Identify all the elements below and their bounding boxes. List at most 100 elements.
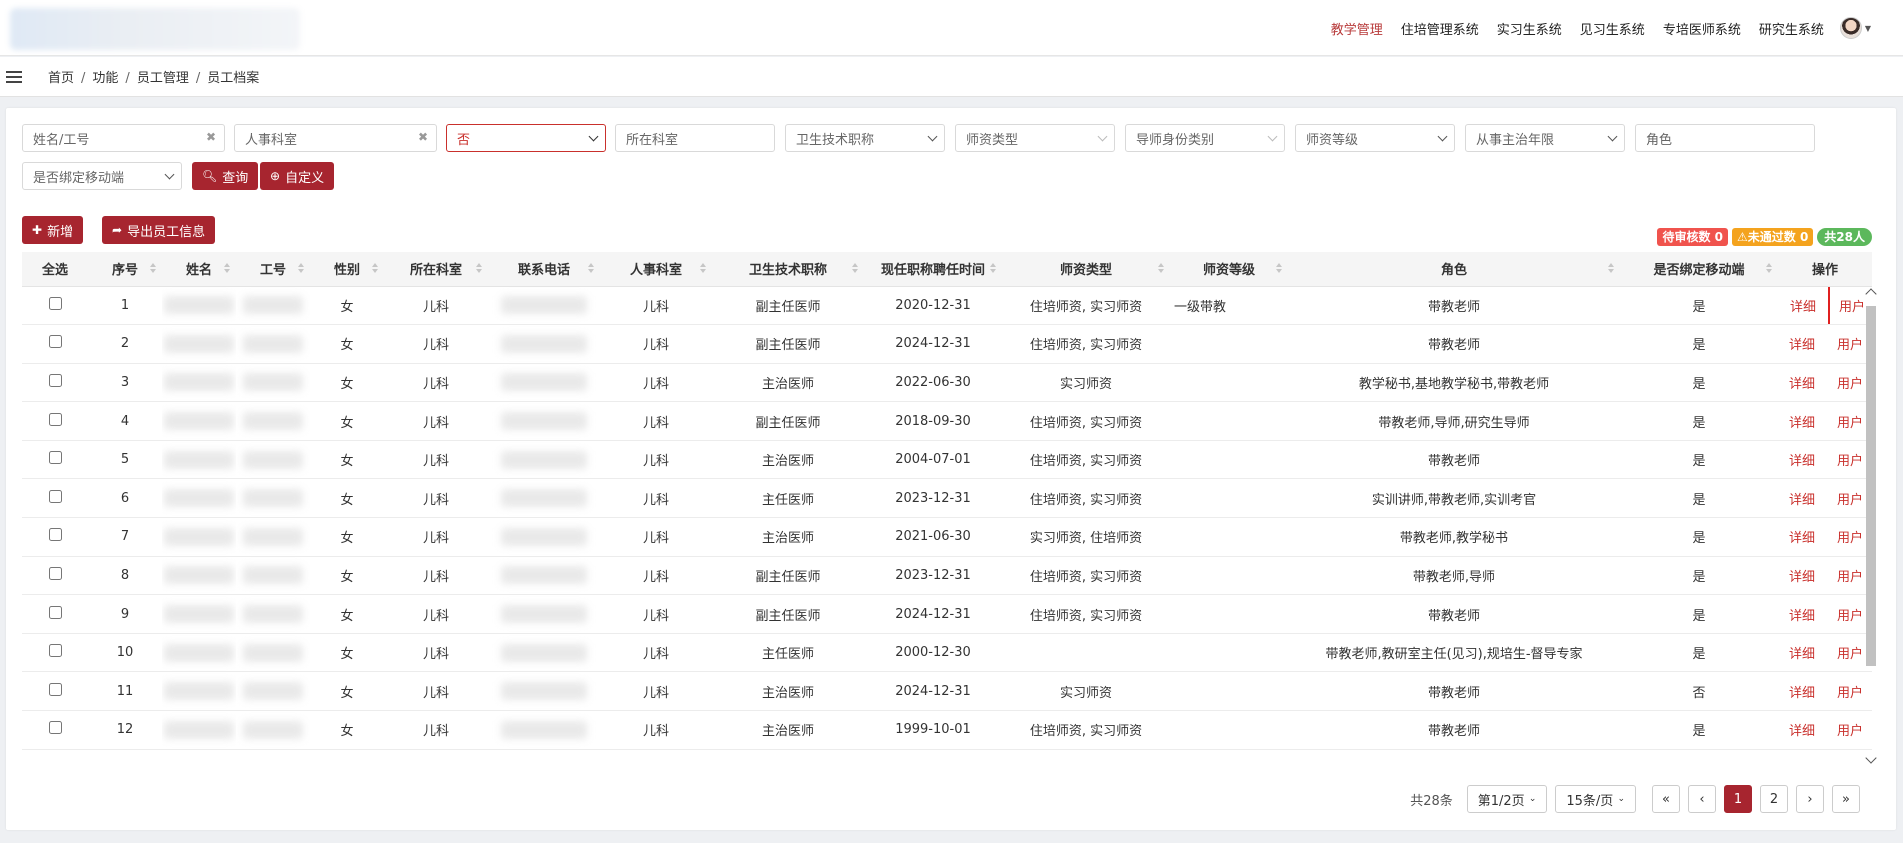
detail-link[interactable]: 详细 (1789, 377, 1815, 392)
teacher-level-select[interactable]: 师资等级 (1295, 124, 1455, 152)
role-input[interactable]: 角色 (1635, 124, 1815, 152)
row-checkbox[interactable] (48, 373, 62, 387)
title-select[interactable]: 卫生技术职称 (785, 124, 945, 152)
user-link[interactable]: 用户 (1837, 531, 1863, 546)
crumb-home[interactable]: 首页 (48, 71, 74, 86)
col-select-all[interactable]: 全选 (22, 252, 88, 287)
cell-no: 5 (88, 440, 162, 480)
cell-name (162, 363, 236, 403)
export-button[interactable]: ➦ 导出员工信息 (102, 216, 216, 244)
nav-specialist[interactable]: 专培医师系统 (1663, 19, 1741, 38)
col-appoint-date[interactable]: 现任职称聘任时间 (864, 252, 1002, 287)
scroll-down-icon[interactable] (1865, 752, 1877, 764)
user-link[interactable]: 用户 (1837, 724, 1863, 739)
next-page-button[interactable]: › (1796, 785, 1824, 813)
user-link[interactable]: 用户 (1837, 416, 1863, 431)
nav-graduate[interactable]: 研究生系统 (1759, 19, 1824, 38)
cell-ops: 详细 用户 (1778, 286, 1872, 326)
user-link[interactable]: 用户 (1837, 493, 1863, 508)
row-checkbox[interactable] (48, 644, 62, 658)
row-checkbox[interactable] (48, 489, 62, 503)
col-gender[interactable]: 性别 (310, 252, 384, 287)
col-phone[interactable]: 联系电话 (488, 252, 600, 287)
detail-link[interactable]: 详细 (1789, 609, 1815, 624)
col-title[interactable]: 卫生技术职称 (712, 252, 864, 287)
page-1-button[interactable]: 1 (1724, 785, 1752, 813)
row-checkbox[interactable] (48, 528, 62, 542)
crumb-staff-mgmt[interactable]: 员工管理 (137, 71, 189, 86)
nav-intern[interactable]: 实习生系统 (1497, 19, 1562, 38)
row-checkbox[interactable] (48, 605, 62, 619)
col-no[interactable]: 序号 (88, 252, 162, 287)
user-link[interactable]: 用户 (1837, 686, 1863, 701)
hr-dept-input[interactable]: 人事科室 ✖ (234, 124, 437, 152)
clear-icon[interactable]: ✖ (418, 130, 428, 144)
col-id[interactable]: 工号 (236, 252, 310, 287)
redacted-id (243, 682, 303, 701)
detail-link[interactable]: 详细 (1789, 338, 1815, 353)
query-button[interactable]: 🔍︎ 查询 (192, 162, 259, 190)
redacted-id (243, 412, 303, 431)
last-page-button[interactable]: » (1832, 785, 1860, 813)
cell-id (236, 710, 310, 750)
detail-link[interactable]: 详细 (1789, 570, 1815, 585)
detail-link[interactable]: 详细 (1789, 647, 1815, 662)
col-dept[interactable]: 所在科室 (384, 252, 488, 287)
user-link[interactable]: 用户 (1837, 647, 1863, 662)
detail-link[interactable]: 详细 (1789, 686, 1815, 701)
cell-appoint-date: 2000-12-30 (864, 633, 1002, 673)
row-checkbox[interactable] (48, 566, 62, 580)
page-size-select[interactable]: 15条/页 ⌄ (1555, 785, 1636, 813)
cell-dept: 儿科 (384, 517, 488, 557)
nav-teaching[interactable]: 教学管理 (1331, 19, 1383, 38)
mobile-bound-select[interactable]: 是否绑定移动端 (22, 162, 182, 190)
col-hr-dept[interactable]: 人事科室 (600, 252, 712, 287)
user-menu[interactable]: ▼ (1839, 17, 1871, 39)
nav-trainee[interactable]: 见习生系统 (1580, 19, 1645, 38)
user-link[interactable]: 用户 (1837, 454, 1863, 469)
table-scrollbar[interactable] (1864, 286, 1878, 766)
first-page-button[interactable]: « (1652, 785, 1680, 813)
col-name[interactable]: 姓名 (162, 252, 236, 287)
user-link[interactable]: 用户 (1839, 300, 1865, 315)
name-id-input[interactable]: 姓名/工号 ✖ (22, 124, 225, 152)
row-checkbox[interactable] (48, 721, 62, 735)
dept-input[interactable]: 所在科室 (615, 124, 775, 152)
page-select[interactable]: 第1/2页 ⌄ (1466, 785, 1548, 813)
nav-residency[interactable]: 住培管理系统 (1401, 19, 1479, 38)
page-2-button[interactable]: 2 (1760, 785, 1788, 813)
prev-page-button[interactable]: ‹ (1688, 785, 1716, 813)
user-link[interactable]: 用户 (1837, 609, 1863, 624)
attending-years-select[interactable]: 从事主治年限 (1465, 124, 1625, 152)
row-checkbox[interactable] (48, 451, 62, 465)
user-link[interactable]: 用户 (1837, 338, 1863, 353)
add-button[interactable]: ✚ 新增 (22, 216, 84, 244)
user-link[interactable]: 用户 (1837, 570, 1863, 585)
crumb-function[interactable]: 功能 (92, 71, 118, 86)
row-checkbox[interactable] (48, 335, 62, 349)
col-mobile[interactable]: 是否绑定移动端 (1620, 252, 1778, 287)
status-select[interactable]: 否 (446, 124, 606, 152)
col-teacher-level[interactable]: 师资等级 (1170, 252, 1288, 287)
menu-icon[interactable] (6, 70, 22, 84)
detail-link[interactable]: 详细 (1789, 493, 1815, 508)
detail-link[interactable]: 详细 (1789, 531, 1815, 546)
detail-link[interactable]: 详细 (1789, 416, 1815, 431)
col-role[interactable]: 角色 (1288, 252, 1620, 287)
detail-link[interactable]: 详细 (1790, 300, 1816, 315)
row-checkbox[interactable] (48, 296, 62, 310)
scroll-thumb[interactable] (1866, 306, 1876, 666)
mentor-category-select[interactable]: 导师身份类别 (1125, 124, 1285, 152)
plus-icon: ✚ (32, 223, 43, 237)
row-checkbox[interactable] (48, 682, 62, 696)
custom-button[interactable]: ⊕ 自定义 (260, 162, 335, 190)
teacher-type-select[interactable]: 师资类型 (955, 124, 1115, 152)
user-link[interactable]: 用户 (1837, 377, 1863, 392)
detail-link[interactable]: 详细 (1789, 454, 1815, 469)
clear-icon[interactable]: ✖ (206, 130, 216, 144)
detail-link[interactable]: 详细 (1789, 724, 1815, 739)
top-nav: 教学管理 住培管理系统 实习生系统 见习生系统 专培医师系统 研究生系统 ▼ (1313, 0, 1871, 56)
row-checkbox[interactable] (48, 412, 62, 426)
scroll-up-icon[interactable] (1865, 288, 1877, 300)
col-teacher-type[interactable]: 师资类型 (1002, 252, 1170, 287)
